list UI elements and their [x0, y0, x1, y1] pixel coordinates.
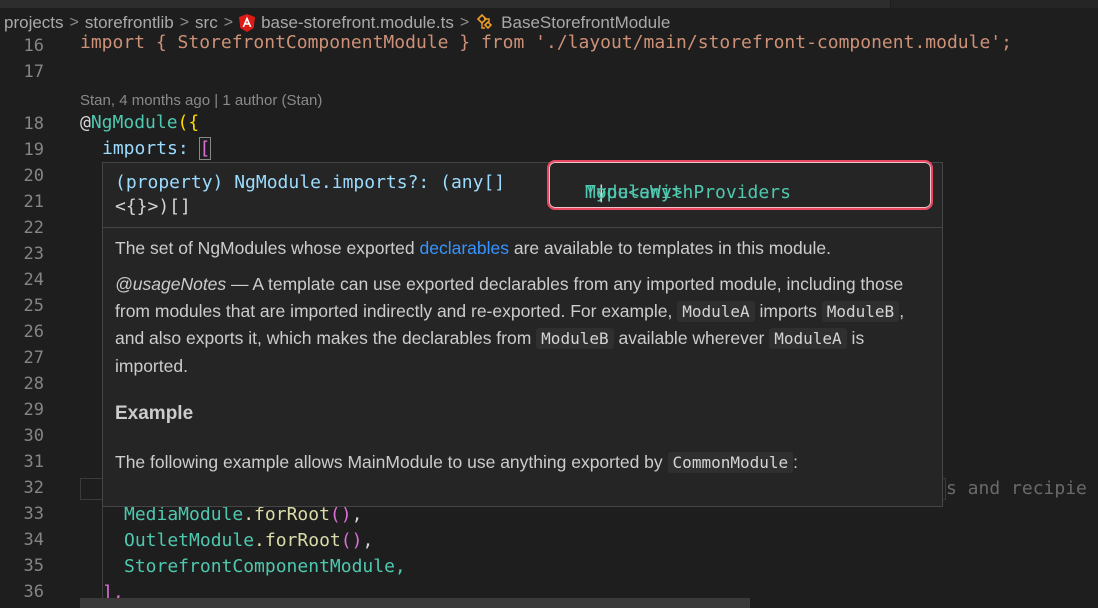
comma: ,: [362, 530, 374, 551]
parens: (): [329, 504, 352, 525]
editor-tab[interactable]: [0, 0, 91, 8]
breadcrumb-separator: >: [223, 14, 234, 31]
line-number: 20: [23, 166, 44, 186]
line-number: 34: [23, 530, 44, 550]
editor-tab[interactable]: [250, 0, 431, 8]
code-line-18: @NgModule({: [80, 112, 199, 133]
line-number: 29: [23, 400, 44, 420]
line-number: 30: [23, 426, 44, 446]
highlighted-type-union: Type<any> | ModuleWithProviders: [547, 160, 933, 210]
code-line-33: MediaModule.forRoot(),: [124, 504, 362, 525]
code-line-32-tail: s and recipie: [946, 478, 1087, 499]
line-number: 35: [23, 556, 44, 576]
doc-example-heading: Example: [115, 401, 930, 428]
code-line-34: OutletModule.forRoot(),: [124, 530, 373, 551]
breadcrumb-src[interactable]: src: [195, 13, 218, 33]
doc-text: The set of NgModules whose exported: [115, 238, 420, 258]
breadcrumb-storefrontlib[interactable]: storefrontlib: [85, 13, 174, 33]
doc-text: available wherever: [613, 328, 770, 348]
decorator-at: @: [80, 112, 91, 133]
angular-icon: [239, 14, 256, 32]
line-number: 36: [23, 582, 44, 602]
module-name: MediaModule: [124, 504, 244, 525]
line-number: 19: [23, 140, 44, 160]
inline-code: ModuleB: [821, 300, 900, 322]
method-call: .forRoot: [243, 504, 330, 525]
hover-tooltip[interactable]: (property) NgModule.imports?: (any[] <{}…: [102, 160, 943, 507]
property-imports: imports:: [102, 138, 200, 159]
divider: [103, 227, 942, 228]
breadcrumb-file[interactable]: base-storefront.module.ts: [261, 13, 454, 33]
doc-text: The following example allows MainModule …: [115, 452, 668, 472]
tab-strip: [0, 0, 1098, 8]
code-line-16: import { StorefrontComponentModule } fro…: [80, 32, 1012, 53]
declarables-link[interactable]: declarables: [419, 238, 509, 258]
line-number: 31: [23, 452, 44, 472]
module-name: OutletModule: [124, 530, 255, 551]
doc-example-text: The following example allows MainModule …: [115, 449, 930, 477]
line-number: 17: [23, 62, 44, 82]
doc-text: imports: [754, 300, 822, 321]
bracket-open: [: [198, 137, 212, 160]
horizontal-scrollbar[interactable]: [80, 598, 750, 608]
line-number: 24: [23, 270, 44, 290]
breadcrumb-symbol[interactable]: BaseStorefrontModule: [501, 13, 670, 33]
doc-text: :: [793, 452, 799, 472]
comma: ,: [351, 504, 363, 525]
line-number: 28: [23, 374, 44, 394]
doc-usage-notes: @usageNotes — A template can use exporte…: [115, 271, 930, 379]
class-symbol-icon: [477, 14, 493, 30]
editor-tab[interactable]: [430, 0, 671, 8]
editor-tab[interactable]: [670, 0, 891, 8]
line-number: 33: [23, 504, 44, 524]
parens: (): [340, 530, 363, 551]
code-text: import { StorefrontComponentModule } fro…: [80, 32, 1012, 53]
breadcrumb-projects[interactable]: projects: [4, 13, 64, 33]
type-name: ModuleWithProviders: [585, 182, 791, 203]
doc-text: are available to templates in this modul…: [508, 238, 831, 258]
line-number: 26: [23, 322, 44, 342]
breadcrumb-separator: >: [459, 14, 470, 31]
decorator-name: NgModule: [90, 112, 178, 133]
signature-line-1: (property) NgModule.imports?: (any[]: [115, 169, 505, 196]
code-line-19: imports: [: [102, 137, 212, 160]
breadcrumb-separator: >: [179, 14, 190, 31]
line-number: 25: [23, 296, 44, 316]
line-number: 23: [23, 244, 44, 264]
code-punct: ({: [177, 112, 200, 133]
inline-code: ModuleA: [677, 300, 755, 322]
signature-line-2: <{}>)[]: [115, 196, 191, 217]
method-call: .forRoot: [254, 530, 341, 551]
code-line-35: StorefrontComponentModule,: [124, 556, 406, 577]
inline-code: ModuleA: [769, 328, 847, 349]
inline-code: CommonModule: [667, 452, 794, 473]
line-number: 32: [23, 478, 44, 498]
line-number: 18: [23, 114, 44, 134]
usage-notes-tag: @usageNotes: [115, 274, 227, 294]
editor-tab[interactable]: [90, 0, 251, 8]
git-blame-annotation[interactable]: Stan, 4 months ago | 1 author (Stan): [80, 92, 322, 109]
line-number: 21: [23, 192, 44, 212]
line-number: 27: [23, 348, 44, 368]
inline-code: ModuleB: [536, 328, 614, 349]
line-number: 22: [23, 218, 44, 238]
doc-summary: The set of NgModules whose exported decl…: [115, 235, 930, 262]
line-number: 16: [23, 36, 44, 56]
example-heading: Example: [115, 403, 194, 424]
breadcrumb-separator: >: [69, 14, 79, 31]
signature-text: (property) NgModule.imports?: (any[]: [115, 172, 506, 193]
